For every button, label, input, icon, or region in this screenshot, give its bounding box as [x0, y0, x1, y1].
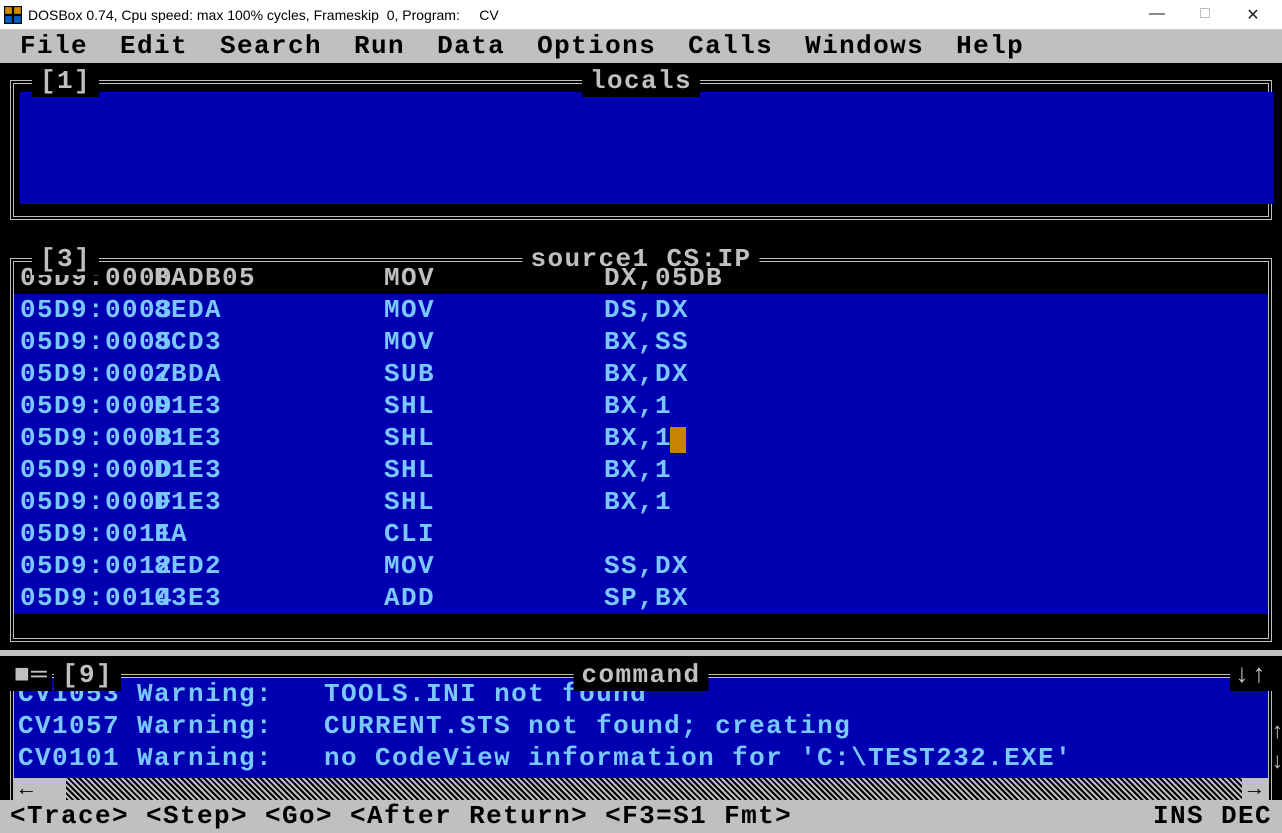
text-cursor — [670, 427, 686, 453]
asm-bytes: D1E3 — [154, 487, 384, 518]
asm-addr: 05D9:0011 — [14, 519, 154, 550]
asm-row[interactable]: 05D9:000FD1E3SHLBX,1 — [14, 486, 1268, 518]
asm-mnemonic: SUB — [384, 359, 604, 390]
panel-command-title: command — [573, 660, 708, 691]
dosbox-icon — [4, 6, 22, 24]
scrollbar-thumb[interactable] — [40, 778, 66, 800]
asm-addr: 05D9:0005 — [14, 327, 154, 358]
command-message: CV1057 Warning: CURRENT.STS not found; c… — [14, 710, 1268, 742]
asm-bytes: 8CD3 — [154, 327, 384, 358]
asm-mnemonic: SHL — [384, 455, 604, 486]
asm-row[interactable]: 05D9:000DD1E3SHLBX,1 — [14, 454, 1268, 486]
status-bar: <Trace> <Step> <Go> <After Return> <F3=S… — [0, 800, 1282, 833]
panel-command-right-symbol: ↓↑ — [1230, 660, 1272, 691]
asm-row[interactable]: 05D9:00128ED2MOVSS,DX — [14, 550, 1268, 582]
menu-run[interactable]: Run — [354, 31, 405, 62]
scroll-right-icon[interactable]: → — [1242, 778, 1268, 800]
panel-locals[interactable]: [1] locals — [10, 80, 1272, 220]
asm-bytes: 8ED2 — [154, 551, 384, 582]
menu-data[interactable]: Data — [437, 31, 505, 62]
panel-locals-body — [20, 92, 1274, 204]
panel-splitter[interactable] — [0, 650, 1282, 656]
asm-mnemonic: CLI — [384, 519, 604, 550]
asm-bytes: 8EDA — [154, 295, 384, 326]
scroll-down-icon[interactable]: ↓ — [1268, 748, 1282, 776]
asm-bytes: D1E3 — [154, 423, 384, 454]
menu-edit[interactable]: Edit — [120, 31, 188, 62]
asm-bytes: D1E3 — [154, 455, 384, 486]
asm-mnemonic: MOV — [384, 327, 604, 358]
asm-row[interactable]: 05D9:0011FACLI — [14, 518, 1268, 550]
asm-addr: 05D9:0003 — [14, 295, 154, 326]
asm-mnemonic: SHL — [384, 391, 604, 422]
asm-bytes: BADB05 — [154, 263, 384, 294]
panel-command[interactable]: ■═ [9] command ↓↑ CV1053 Warning: TOOLS.… — [10, 674, 1272, 804]
menu-help[interactable]: Help — [956, 31, 1024, 62]
dos-screen: File Edit Search Run Data Options Calls … — [0, 30, 1282, 833]
menu-windows[interactable]: Windows — [805, 31, 924, 62]
menu-calls[interactable]: Calls — [688, 31, 773, 62]
menu-search[interactable]: Search — [220, 31, 322, 62]
asm-row[interactable]: 05D9:001403E3ADDSP,BX — [14, 582, 1268, 614]
maximize-button[interactable]: □ — [1190, 5, 1220, 25]
window-controls: — □ ✕ — [1142, 5, 1278, 25]
panel-locals-title: locals — [582, 66, 700, 97]
asm-mnemonic: SHL — [384, 423, 604, 454]
asm-addr: 05D9:0007 — [14, 359, 154, 390]
asm-mnemonic: MOV — [384, 295, 604, 326]
asm-bytes: D1E3 — [154, 391, 384, 422]
scroll-left-icon[interactable]: ← — [14, 778, 40, 800]
minimize-button[interactable]: — — [1142, 5, 1172, 25]
asm-addr: 05D9:000F — [14, 487, 154, 518]
asm-row[interactable]: 05D9:000BD1E3SHLBX,1 — [14, 422, 1268, 454]
panel-source-body: 05D9:0000BADB05MOVDX,05DB05D9:00038EDAMO… — [14, 262, 1268, 638]
panel-source-tag: [3] — [32, 244, 99, 275]
asm-addr: 05D9:0014 — [14, 583, 154, 614]
asm-row[interactable]: 05D9:00038EDAMOVDS,DX — [14, 294, 1268, 326]
command-messages: CV1053 Warning: TOOLS.INI not foundCV105… — [14, 678, 1268, 778]
command-message: CV0101 Warning: no CodeView information … — [14, 742, 1268, 774]
asm-addr: 05D9:000D — [14, 455, 154, 486]
asm-bytes: 03E3 — [154, 583, 384, 614]
window-title: DOSBox 0.74, Cpu speed: max 100% cycles,… — [28, 7, 1142, 23]
close-button[interactable]: ✕ — [1238, 5, 1268, 25]
menu-file[interactable]: File — [20, 31, 88, 62]
panel-source[interactable]: [3] source1 CS:IP 05D9:0000BADB05MOVDX,0… — [10, 258, 1272, 642]
asm-mnemonic: ADD — [384, 583, 604, 614]
menu-bar: File Edit Search Run Data Options Calls … — [0, 30, 1282, 63]
scroll-up-icon[interactable]: ↑ — [1268, 718, 1282, 746]
menu-options[interactable]: Options — [537, 31, 656, 62]
asm-row[interactable]: 05D9:0009D1E3SHLBX,1 — [14, 390, 1268, 422]
panel-command-left-symbol: ■═ — [10, 660, 52, 691]
asm-addr: 05D9:0012 — [14, 551, 154, 582]
asm-mnemonic: SHL — [384, 487, 604, 518]
window-titlebar: DOSBox 0.74, Cpu speed: max 100% cycles,… — [0, 0, 1282, 30]
disassembly-list: 05D9:0000BADB05MOVDX,05DB05D9:00038EDAMO… — [14, 262, 1268, 614]
asm-row[interactable]: 05D9:0000BADB05MOVDX,05DB — [14, 262, 1268, 294]
status-mode: INS DEC — [1153, 801, 1272, 832]
panel-locals-tag: [1] — [32, 66, 99, 97]
asm-addr: 05D9:000B — [14, 423, 154, 454]
asm-row[interactable]: 05D9:00072BDASUBBX,DX — [14, 358, 1268, 390]
scrollbar-track[interactable] — [66, 778, 1242, 800]
panel-command-tag: [9] — [54, 660, 121, 691]
status-shortcuts: <Trace> <Step> <Go> <After Return> <F3=S… — [10, 801, 792, 832]
asm-mnemonic: MOV — [384, 551, 604, 582]
asm-bytes: 2BDA — [154, 359, 384, 390]
asm-addr: 05D9:0009 — [14, 391, 154, 422]
asm-row[interactable]: 05D9:00058CD3MOVBX,SS — [14, 326, 1268, 358]
horizontal-scrollbar[interactable]: ← → — [14, 778, 1268, 800]
asm-bytes: FA — [154, 519, 384, 550]
